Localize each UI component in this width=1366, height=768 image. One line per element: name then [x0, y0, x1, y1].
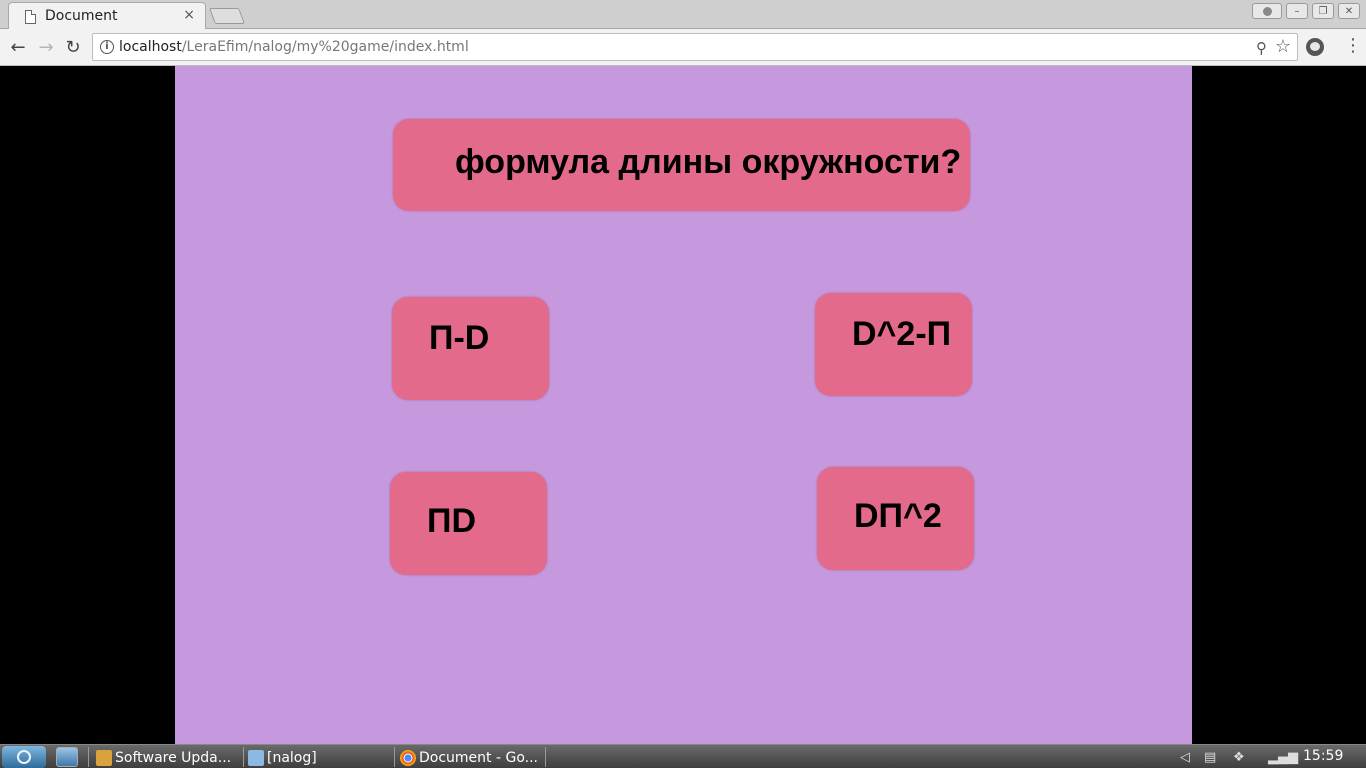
taskbar: Software Upda... [nalog] Document - Go..… [0, 744, 1366, 768]
new-tab-button[interactable] [209, 8, 245, 24]
close-tab-icon[interactable]: × [183, 7, 195, 23]
minimize-button[interactable]: – [1286, 3, 1308, 19]
taskbar-separator [545, 747, 546, 767]
answer-button-3[interactable]: ПD [390, 472, 547, 575]
profile-button[interactable] [1252, 3, 1282, 19]
page-viewport: формула длины окружности? П-D D^2-П ПD D… [0, 66, 1366, 744]
browser-toolbar: ← → ↻ i localhost/LeraEfim/nalog/my%20ga… [0, 29, 1366, 66]
network-icon[interactable]: ▤ [1204, 747, 1216, 767]
tab-title: Document [45, 8, 118, 24]
answer-button-4[interactable]: DП^2 [817, 467, 974, 570]
taskbar-separator [394, 747, 395, 767]
menu-icon[interactable]: ⋮ [1344, 37, 1362, 55]
package-icon [96, 749, 112, 766]
volume-icon[interactable]: ◁ [1180, 747, 1190, 767]
taskbar-item-chrome[interactable]: Document - Go... [400, 747, 542, 768]
clock[interactable]: 15:59 [1303, 748, 1343, 764]
question-card: формула длины окружности? [393, 119, 970, 211]
game-area: формула длины окружности? П-D D^2-П ПD D… [175, 66, 1192, 744]
signal-icon[interactable]: ▂▄▆ [1268, 747, 1298, 767]
answer-button-1[interactable]: П-D [392, 297, 549, 400]
restore-button[interactable]: ❐ [1312, 3, 1334, 19]
menu-logo-icon [17, 750, 31, 764]
extension-icon[interactable] [1306, 38, 1324, 56]
chrome-icon [400, 749, 416, 766]
back-button[interactable]: ← [7, 36, 29, 58]
taskbar-item-software-updater[interactable]: Software Upda... [96, 747, 238, 768]
forward-button[interactable]: → [35, 36, 57, 58]
bookmark-star-icon[interactable]: ☆ [1275, 36, 1291, 57]
url-text[interactable]: localhost/LeraEfim/nalog/my%20game/index… [119, 39, 469, 55]
info-icon[interactable]: i [100, 40, 114, 54]
address-bar[interactable]: i localhost/LeraEfim/nalog/my%20game/ind… [92, 33, 1298, 61]
start-menu-button[interactable] [2, 746, 46, 768]
taskbar-item-file-manager[interactable]: [nalog] [248, 747, 390, 768]
page-icon [25, 10, 36, 24]
taskbar-separator [88, 747, 89, 767]
folder-icon [248, 749, 264, 766]
show-desktop-button[interactable] [56, 747, 78, 767]
window-controls: – ❐ ✕ [1286, 3, 1360, 19]
answer-button-2[interactable]: D^2-П [815, 293, 972, 396]
close-window-button[interactable]: ✕ [1338, 3, 1360, 19]
taskbar-separator [243, 747, 244, 767]
profile-icon [1262, 6, 1272, 16]
zoom-icon[interactable]: ⚲ [1256, 39, 1267, 57]
tab-document[interactable]: Document × [8, 2, 206, 30]
tab-strip: Document × – ❐ ✕ [0, 0, 1366, 30]
dropbox-icon[interactable]: ❖ [1233, 747, 1245, 767]
reload-button[interactable]: ↻ [62, 36, 84, 58]
